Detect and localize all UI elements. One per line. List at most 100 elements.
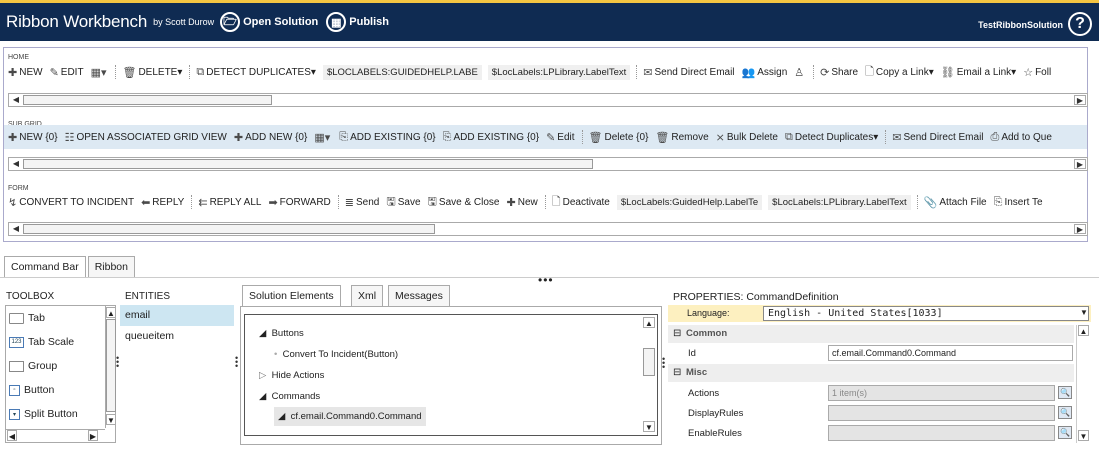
- tab-messages[interactable]: Messages: [388, 285, 450, 307]
- open-solution-button[interactable]: 🗁 Open Solution: [220, 12, 318, 32]
- scroll-down-icon[interactable]: ▼: [643, 421, 655, 432]
- subgrid-open-associated-button[interactable]: ☷ OPEN ASSOCIATED GRID VIEW: [65, 131, 227, 144]
- tree-vertical-scrollbar[interactable]: ▲ ▼: [641, 315, 657, 435]
- toolbox-item-tab[interactable]: Tab: [6, 306, 115, 330]
- tab-ribbon[interactable]: Ribbon: [87, 256, 135, 277]
- home-send-direct-email-button[interactable]: ✉ Send Direct Email: [643, 66, 734, 79]
- property-actions-value[interactable]: 1 item(s): [828, 385, 1055, 401]
- entities-splitter-grip[interactable]: • • •: [235, 354, 238, 371]
- entity-item-email[interactable]: email: [120, 305, 234, 326]
- home-follow-button[interactable]: ☆ Foll: [1023, 66, 1051, 79]
- scroll-down-icon[interactable]: ▼: [1078, 430, 1089, 441]
- scroll-thumb[interactable]: [643, 348, 655, 376]
- scroll-left-icon[interactable]: ◀: [10, 224, 22, 234]
- toolbox-item-split-button[interactable]: ▾ Split Button: [6, 402, 115, 426]
- property-id-value[interactable]: cf.email.Command0.Command: [828, 345, 1073, 361]
- home-email-link-button[interactable]: ⛓ Email a Link ▾: [941, 66, 1016, 79]
- entity-item-queueitem[interactable]: queueitem: [120, 326, 234, 347]
- home-horizontal-scrollbar[interactable]: ◀ ▶: [8, 93, 1088, 107]
- form-send-button[interactable]: ≣ Send: [345, 196, 380, 209]
- property-enablerules-value[interactable]: [828, 425, 1055, 441]
- misc-category[interactable]: ⊟ Misc: [668, 364, 1074, 382]
- toolbox-horizontal-scrollbar[interactable]: ◀ ▶: [6, 429, 105, 442]
- scroll-right-icon[interactable]: ▶: [1074, 159, 1086, 169]
- form-save-close-button[interactable]: 🖫 Save & Close: [428, 193, 500, 212]
- toolbox-splitter-grip[interactable]: • • •: [116, 354, 119, 371]
- scroll-left-icon[interactable]: ◀: [10, 159, 22, 169]
- home-view-switcher-button[interactable]: ▦▾: [91, 66, 109, 79]
- form-guidedhelp-button[interactable]: $LocLabels:GuidedHelp.LabelTe: [616, 194, 763, 210]
- form-horizontal-scrollbar[interactable]: ◀ ▶: [8, 222, 1088, 236]
- scroll-left-icon[interactable]: ◀: [10, 95, 22, 105]
- subgrid-delete-button[interactable]: 🗑 Delete {0}: [589, 131, 649, 144]
- ellipsis-editor-icon[interactable]: 🔍: [1058, 426, 1072, 439]
- subgrid-remove-button[interactable]: 🗑 Remove: [655, 131, 708, 144]
- home-edit-button[interactable]: ✎ EDIT: [50, 66, 84, 79]
- collapse-icon[interactable]: ⊟: [673, 328, 681, 339]
- form-insert-template-button[interactable]: ⎘ Insert Te: [994, 196, 1043, 209]
- tree-node-buttons[interactable]: ◢ Buttons: [259, 328, 304, 339]
- scroll-right-icon[interactable]: ▶: [88, 430, 98, 441]
- toolbox-item-tab-scale[interactable]: 123 Tab Scale: [6, 330, 115, 354]
- tree-node-convert-to-incident[interactable]: • Convert To Incident(Button): [274, 349, 398, 360]
- subgrid-send-direct-email-button[interactable]: ✉ Send Direct Email: [892, 131, 983, 144]
- tab-xml[interactable]: Xml: [351, 285, 384, 307]
- toolbox-vertical-scrollbar[interactable]: ▲ ▼: [105, 306, 116, 428]
- form-convert-to-incident-button[interactable]: ↯ CONVERT TO INCIDENT: [8, 196, 134, 209]
- toolbox-item-group[interactable]: Group: [6, 354, 115, 378]
- publish-button[interactable]: ▦ Publish: [326, 12, 389, 32]
- common-category[interactable]: ⊟ Common: [668, 325, 1074, 343]
- form-reply-all-button[interactable]: ⇇ REPLY ALL: [198, 196, 261, 209]
- scroll-up-icon[interactable]: ▲: [643, 317, 655, 328]
- subgrid-bulk-delete-button[interactable]: ⨯ Bulk Delete: [716, 131, 778, 144]
- subgrid-detect-duplicates-button[interactable]: ⧉ Detect Duplicates ▾: [785, 131, 878, 144]
- tree-node-hide-actions[interactable]: ▷ Hide Actions: [259, 370, 324, 381]
- home-delete-button[interactable]: 🗑 DELETE ▾: [122, 66, 182, 79]
- tab-solution-elements[interactable]: Solution Elements: [242, 285, 341, 307]
- subgrid-add-to-queue-button[interactable]: ⎙ Add to Que: [991, 131, 1052, 144]
- tree-node-command0[interactable]: ◢ cf.email.Command0.Command: [274, 407, 426, 426]
- scroll-right-icon[interactable]: ▶: [1074, 95, 1086, 105]
- scroll-up-icon[interactable]: ▲: [106, 307, 116, 318]
- toolbox-item-button[interactable]: ▫ Button: [6, 378, 115, 402]
- form-attach-file-button[interactable]: 📎 Attach File: [924, 196, 987, 209]
- subgrid-add-existing-button-2[interactable]: ⎘ ADD EXISTING {0}: [443, 131, 539, 144]
- home-lplibrary-button[interactable]: $LocLabels:LPLibrary.LabelText: [487, 64, 631, 80]
- home-share-button[interactable]: ⟳ Share: [820, 66, 858, 79]
- form-new-button[interactable]: ✚ New: [507, 196, 538, 209]
- ellipsis-editor-icon[interactable]: 🔍: [1058, 386, 1072, 399]
- form-reply-button[interactable]: ⬅ REPLY: [141, 196, 184, 209]
- chevron-down-icon[interactable]: ▼: [1080, 308, 1088, 317]
- form-save-button[interactable]: 🖫 Save: [386, 193, 420, 212]
- form-deactivate-button[interactable]: 🗋 Deactivate: [552, 193, 610, 212]
- ellipsis-editor-icon[interactable]: 🔍: [1058, 406, 1072, 419]
- scroll-thumb[interactable]: [23, 224, 435, 234]
- subgrid-horizontal-scrollbar[interactable]: ◀ ▶: [8, 157, 1088, 171]
- subgrid-edit-button[interactable]: ✎ Edit: [546, 131, 574, 144]
- scroll-left-icon[interactable]: ◀: [7, 430, 17, 441]
- form-lplibrary-button[interactable]: $LocLabels:LPLibrary.LabelText: [768, 194, 911, 210]
- tab-command-bar[interactable]: Command Bar: [4, 256, 86, 277]
- home-assign-button[interactable]: 👥 Assign: [742, 66, 788, 79]
- subgrid-add-existing-button[interactable]: ⎘ ADD EXISTING {0}: [339, 131, 435, 144]
- properties-vertical-scrollbar[interactable]: ▲ ▼: [1076, 325, 1090, 443]
- scroll-down-icon[interactable]: ▼: [106, 414, 116, 425]
- scroll-thumb[interactable]: [106, 319, 116, 412]
- subgrid-new-button[interactable]: ✚ NEW {0}: [8, 131, 58, 144]
- solution-splitter-grip[interactable]: • • •: [662, 355, 665, 372]
- help-button[interactable]: ?: [1068, 12, 1092, 36]
- scroll-thumb[interactable]: [23, 159, 593, 169]
- form-forward-button[interactable]: ➡ FORWARD: [268, 196, 330, 209]
- home-detect-duplicates-button[interactable]: ⧉ DETECT DUPLICATES ▾: [196, 66, 316, 79]
- scroll-thumb[interactable]: [23, 95, 272, 105]
- scroll-up-icon[interactable]: ▲: [1078, 325, 1089, 336]
- collapse-icon[interactable]: ⊟: [673, 367, 681, 378]
- tree-node-commands[interactable]: ◢ Commands: [259, 391, 320, 402]
- subgrid-view-switcher-button[interactable]: ▦▾: [314, 131, 332, 144]
- home-guidedhelp-button[interactable]: $LOCLABELS:GUIDEDHELP.LABE: [322, 64, 482, 80]
- language-select[interactable]: English - United States[1033]: [763, 306, 1089, 321]
- home-new-button[interactable]: ✚ NEW: [8, 66, 43, 79]
- subgrid-add-new-button[interactable]: ✚ ADD NEW {0}: [234, 131, 307, 144]
- scroll-right-icon[interactable]: ▶: [1074, 224, 1086, 234]
- property-displayrules-value[interactable]: [828, 405, 1055, 421]
